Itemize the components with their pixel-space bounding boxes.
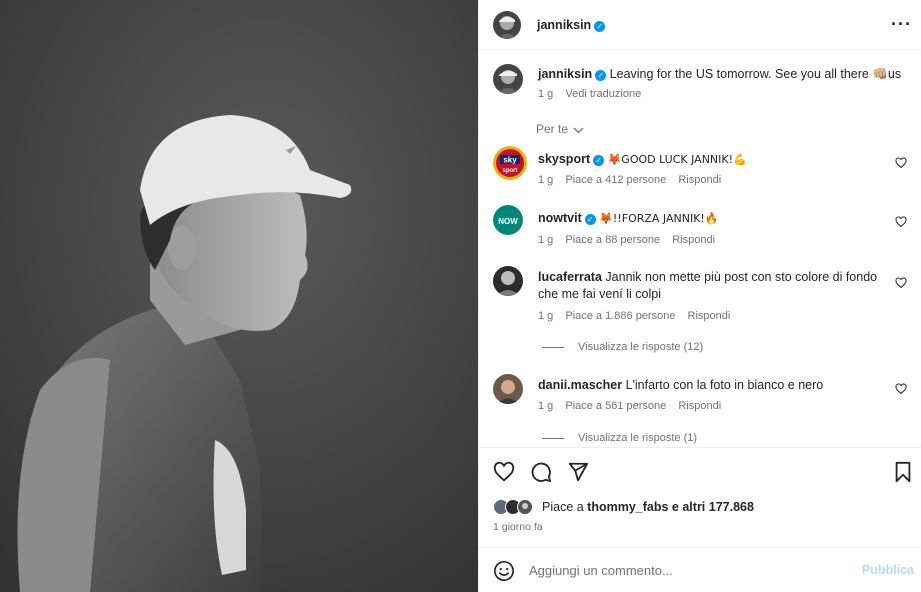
liker-avatars: [493, 499, 537, 515]
heart-icon[interactable]: [895, 157, 907, 169]
section-divider: [479, 447, 921, 448]
comment-username[interactable]: lucaferrata: [538, 270, 602, 284]
divider-line: [542, 346, 564, 348]
likes-prefix: Piace a: [542, 500, 588, 514]
comment-time: 1 g: [538, 174, 554, 186]
verified-icon: ✓: [584, 214, 596, 225]
caption-username[interactable]: janniksin: [538, 67, 592, 81]
comment-likes[interactable]: Piace a 1.886 persone: [565, 310, 675, 322]
comment-likes[interactable]: Piace a 412 persone: [565, 174, 666, 186]
comments-sort-dropdown[interactable]: Per te: [536, 122, 584, 136]
reply-button[interactable]: Rispondi: [678, 174, 721, 186]
post-header: janniksin ✓ ···: [479, 0, 921, 50]
caption-avatar[interactable]: [493, 64, 523, 94]
comment-text: 🦊GOOD LUCK JANNIK!💪: [607, 153, 747, 166]
comment-text: L'infarto con la foto in bianco e nero: [625, 378, 824, 392]
reply-button[interactable]: Rispondi: [688, 310, 731, 322]
reply-button[interactable]: Rispondi: [678, 400, 721, 412]
view-replies-label: Visualizza le risposte (12): [578, 341, 704, 353]
verified-icon: ✓: [593, 155, 605, 166]
post-photo: [0, 0, 478, 592]
sort-label: Per te: [536, 122, 569, 136]
view-replies-button[interactable]: Visualizza le risposte (1): [542, 432, 697, 444]
reply-button[interactable]: Rispondi: [672, 234, 715, 246]
comment-likes[interactable]: Piace a 561 persone: [565, 400, 666, 412]
heart-icon[interactable]: [895, 216, 907, 228]
share-icon[interactable]: [567, 461, 589, 483]
comment-username[interactable]: danii.mascher: [538, 378, 622, 392]
view-replies-label: Visualizza le risposte (1): [578, 432, 698, 444]
svg-text:NOW: NOW: [498, 217, 518, 226]
verified-icon: ✓: [595, 70, 607, 81]
svg-text:sport: sport: [503, 168, 518, 174]
more-options-icon[interactable]: ···: [891, 14, 912, 35]
author-name-row: janniksin ✓: [537, 18, 606, 32]
view-replies-button[interactable]: Visualizza le risposte (12): [542, 341, 703, 353]
translate-link[interactable]: Vedi traduzione: [565, 88, 641, 100]
caption-time: 1 g: [538, 88, 554, 100]
likes-summary[interactable]: Piace a thommy_fabs e altri 177.868: [493, 499, 754, 515]
post-panel: janniksin ✓ ··· janniksin ✓ Leaving for th…: [478, 0, 921, 592]
comment-avatar[interactable]: [493, 266, 523, 296]
heart-icon[interactable]: [895, 277, 907, 289]
verified-icon: ✓: [594, 20, 606, 32]
like-heart-icon[interactable]: [493, 461, 515, 483]
add-comment-bar: Pubblica: [479, 547, 921, 592]
comment-likes[interactable]: Piace a 88 persone: [565, 234, 660, 246]
post-timestamp: 1 giorno fa: [493, 521, 543, 533]
heart-icon[interactable]: [895, 383, 907, 395]
caption-text: Leaving for the US tomorrow. See you all…: [609, 67, 902, 81]
bookmark-icon[interactable]: [893, 461, 913, 483]
comment-time: 1 g: [538, 400, 554, 412]
author-avatar[interactable]: [493, 10, 521, 39]
comment-avatar[interactable]: NOW: [493, 205, 523, 235]
publish-button[interactable]: Pubblica: [862, 563, 914, 577]
comment-input[interactable]: [529, 560, 849, 580]
emoji-icon[interactable]: [493, 560, 515, 582]
comment-icon[interactable]: [530, 461, 552, 483]
comment-username[interactable]: nowtvit: [538, 211, 582, 225]
comment-avatar[interactable]: sky sport: [493, 146, 527, 180]
post-dialog: janniksin ✓ ··· janniksin ✓ Leaving for th…: [0, 0, 921, 592]
likes-count[interactable]: e altri 177.868: [668, 500, 754, 514]
comment-time: 1 g: [538, 310, 554, 322]
action-bar: [493, 461, 913, 485]
comment-text: 🦊!!FORZA JANNIK!🔥: [599, 212, 719, 225]
comment-time: 1 g: [538, 234, 554, 246]
liker-username[interactable]: thommy_fabs: [587, 500, 668, 514]
chevron-down-icon: [573, 127, 584, 134]
svg-text:sky: sky: [503, 156, 517, 165]
author-username[interactable]: janniksin: [537, 18, 591, 32]
divider-line: [542, 437, 564, 439]
comment-avatar[interactable]: [493, 374, 523, 404]
comment-username[interactable]: skysport: [538, 152, 590, 166]
